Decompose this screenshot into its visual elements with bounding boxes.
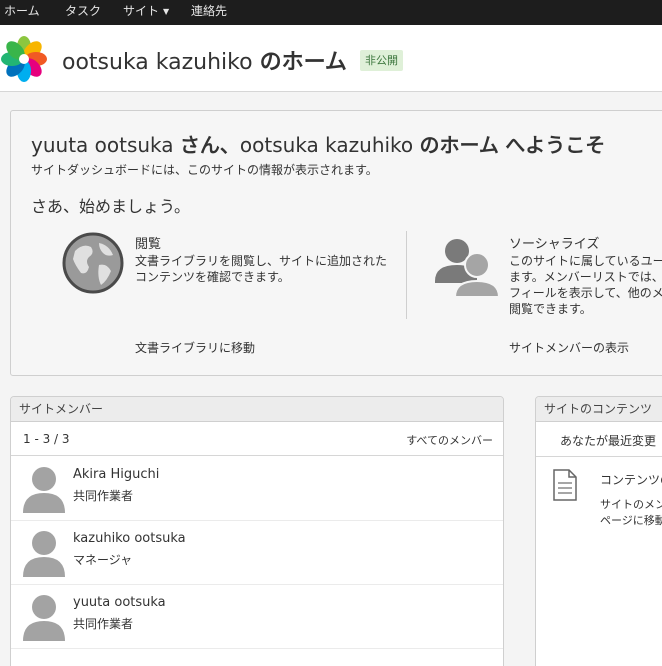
- socialize-text-2: ます。メンバーリストでは、こ: [509, 270, 662, 284]
- people-icon: [435, 239, 501, 298]
- socialize-text-1: このサイトに属しているユーザ: [509, 254, 662, 268]
- all-members-link[interactable]: すべてのメンバー: [406, 432, 493, 448]
- welcome-start-text: さあ、始めましょう。: [31, 197, 191, 216]
- socialize-text-4: 閲覧できます。: [509, 302, 592, 316]
- user-avatar-icon[interactable]: [23, 465, 65, 513]
- member-row: kazuhiko ootsuka マネージャ: [11, 521, 503, 585]
- members-count: 1 - 3 / 3: [23, 432, 70, 446]
- column-divider: [406, 231, 407, 319]
- browse-title: 閲覧: [135, 237, 162, 252]
- welcome-title-end: へようこそ: [505, 133, 606, 157]
- user-avatar-icon[interactable]: [23, 593, 65, 641]
- browse-text-1: 文書ライブラリを閲覧し、サイトに追加された: [135, 254, 388, 268]
- top-nav-bar: ホーム タスク サイト ▼ 連絡先: [0, 0, 662, 25]
- private-badge: 非公開: [360, 50, 403, 71]
- site-content-title: サイトのコンテンツ: [536, 397, 662, 422]
- welcome-title-user: yuuta ootsuka: [31, 133, 174, 157]
- page-title: ootsuka kazuhiko のホーム: [62, 44, 347, 76]
- site-members-title: サイトメンバー: [11, 397, 503, 422]
- content-filter-tab[interactable]: あなたが最近変更: [536, 422, 662, 457]
- members-toolbar: 1 - 3 / 3 すべてのメンバー: [11, 422, 503, 456]
- member-role: 共同作業者: [73, 617, 134, 631]
- nav-tasks[interactable]: タスク: [65, 0, 101, 25]
- content-empty-heading: コンテンツの: [600, 473, 662, 487]
- site-content-dashlet: サイトのコンテンツ あなたが最近変更 コンテンツの サイトのメン ページに移動: [535, 396, 662, 666]
- member-name[interactable]: kazuhiko ootsuka: [73, 531, 186, 546]
- member-role: マネージャ: [73, 553, 133, 567]
- content-filter-label: あなたが最近変更: [560, 434, 657, 448]
- page-header: ootsuka kazuhiko のホーム 非公開: [0, 25, 662, 92]
- content-empty-line-2: ページに移動: [600, 514, 662, 527]
- site-members-dashlet: サイトメンバー 1 - 3 / 3 すべてのメンバー Akira Higuchi…: [10, 396, 504, 666]
- member-row: Akira Higuchi 共同作業者: [11, 457, 503, 521]
- socialize-link[interactable]: サイトメンバーの表示: [509, 339, 629, 356]
- member-name[interactable]: yuuta ootsuka: [73, 595, 166, 610]
- nav-home[interactable]: ホーム: [4, 0, 40, 25]
- caret-down-icon: ▼: [163, 7, 170, 16]
- browse-link[interactable]: 文書ライブラリに移動: [135, 339, 255, 356]
- member-role: 共同作業者: [73, 489, 134, 503]
- member-name[interactable]: Akira Higuchi: [73, 467, 159, 482]
- nav-contacts[interactable]: 連絡先: [191, 0, 227, 25]
- browse-text-2: コンテンツを確認できます。: [135, 270, 290, 284]
- dashboard-area: yuuta ootsuka さん、ootsuka kazuhiko のホーム へ…: [0, 92, 662, 666]
- socialize-text-3: フィールを表示して、他のメン: [509, 286, 662, 300]
- socialize-title: ソーシャライズ: [509, 237, 600, 252]
- nav-sites-label: サイト: [123, 4, 160, 18]
- welcome-title-san: さん、: [179, 133, 240, 157]
- document-icon: [553, 469, 577, 501]
- globe-icon: [62, 232, 124, 294]
- welcome-title-home: のホーム: [419, 133, 499, 157]
- page-title-user: ootsuka kazuhiko: [62, 50, 253, 75]
- welcome-title: yuuta ootsuka さん、ootsuka kazuhiko のホーム へ…: [31, 129, 605, 158]
- content-empty-line-1: サイトのメン: [600, 498, 662, 511]
- nav-sites[interactable]: サイト ▼: [123, 0, 169, 25]
- alfresco-logo-icon: [1, 36, 47, 82]
- user-avatar-icon[interactable]: [23, 529, 65, 577]
- content-empty-text: サイトのメン ページに移動: [600, 497, 662, 529]
- welcome-panel: yuuta ootsuka さん、ootsuka kazuhiko のホーム へ…: [10, 110, 662, 376]
- welcome-title-owner: ootsuka kazuhiko: [239, 133, 414, 157]
- member-row: yuuta ootsuka 共同作業者: [11, 585, 503, 649]
- page-title-suffix: のホーム: [259, 50, 347, 75]
- welcome-description: サイトダッシュボードには、このサイトの情報が表示されます。: [31, 163, 378, 177]
